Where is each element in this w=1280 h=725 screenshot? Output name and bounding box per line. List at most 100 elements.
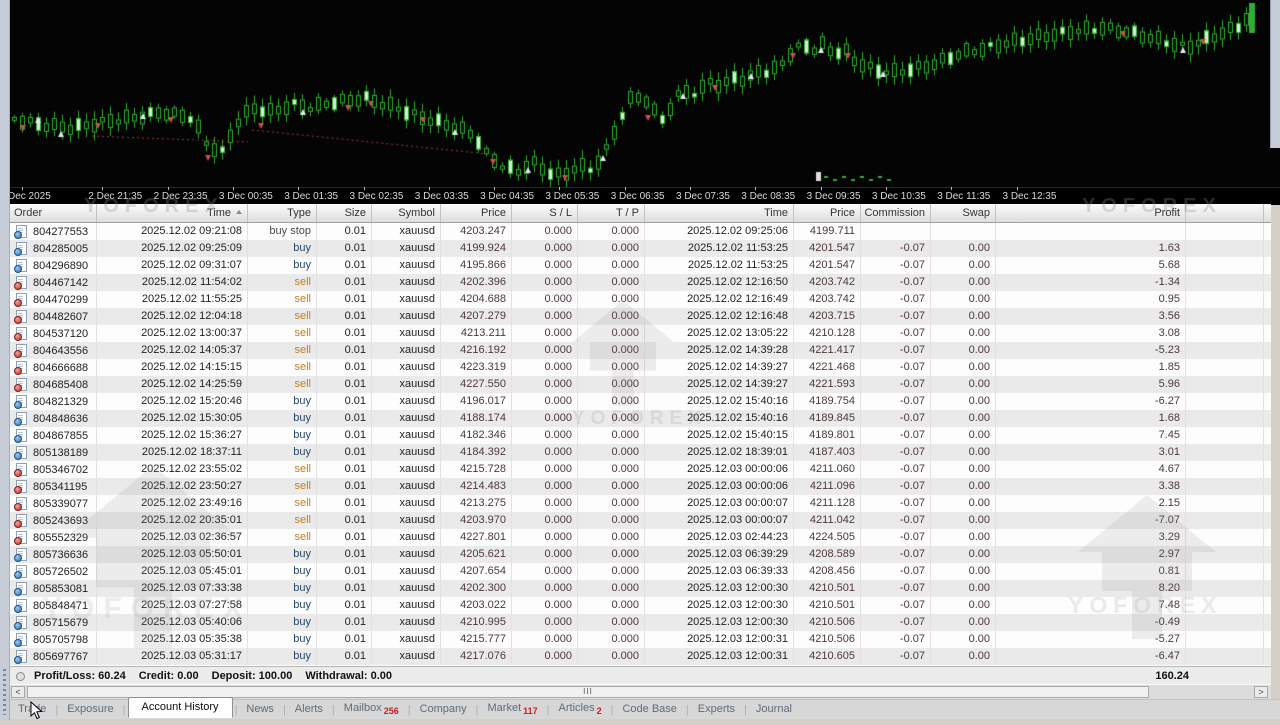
cell-order: 804285005: [9, 240, 97, 257]
history-table-row[interactable]: 8053390772025.12.02 23:49:16sell0.01xauu…: [9, 495, 1271, 512]
history-table-row[interactable]: 8058484712025.12.03 07:27:58buy0.01xauus…: [9, 597, 1271, 614]
cell-open_time: 2025.12.02 14:05:37: [97, 342, 248, 359]
history-table-row[interactable]: 8046435562025.12.02 14:05:37sell0.01xauu…: [9, 342, 1271, 359]
summary-bar: Profit/Loss: 60.24Credit: 0.00Deposit: 1…: [9, 666, 1271, 685]
history-table-row[interactable]: 8053467022025.12.02 23:55:02sell0.01xauu…: [9, 461, 1271, 478]
cell-tp: 0.000: [578, 495, 645, 512]
cell-sl: 0.000: [512, 393, 578, 410]
cell-size: 0.01: [317, 495, 372, 512]
history-table-row[interactable]: 8044826072025.12.02 12:04:18sell0.01xauu…: [9, 308, 1271, 325]
column-header-type[interactable]: Type: [248, 204, 317, 222]
history-table-row[interactable]: 8045371202025.12.02 13:00:37sell0.01xauu…: [9, 325, 1271, 342]
cell-swap: 0.00: [931, 631, 996, 648]
tab-articles[interactable]: Articles2: [550, 700, 611, 719]
history-table-row[interactable]: 8053411952025.12.02 23:50:27sell0.01xauu…: [9, 478, 1271, 495]
column-header-commission[interactable]: Commission: [861, 204, 931, 222]
column-header-open_time[interactable]: Time: [97, 204, 248, 222]
history-table-row[interactable]: 8057057982025.12.03 05:35:38buy0.01xauus…: [9, 631, 1271, 648]
cell-pad: [1186, 223, 1264, 240]
history-table-row[interactable]: 8058530812025.12.03 07:33:38buy0.01xauus…: [9, 580, 1271, 597]
history-table-row[interactable]: 8051381892025.12.02 18:37:11buy0.01xauus…: [9, 444, 1271, 461]
column-header-close_time[interactable]: Time: [645, 204, 794, 222]
cell-swap: 0.00: [931, 512, 996, 529]
column-header-profit[interactable]: Profit: [996, 204, 1186, 222]
order-type-icon: [16, 429, 27, 442]
history-table-row[interactable]: 8048213292025.12.02 15:20:46buy0.01xauus…: [9, 393, 1271, 410]
history-table-row[interactable]: 8042850052025.12.02 09:25:09buy0.01xauus…: [9, 240, 1271, 257]
history-table-row[interactable]: 8042968902025.12.02 09:31:07buy0.01xauus…: [9, 257, 1271, 274]
history-table-row[interactable]: 8044671422025.12.02 11:54:02sell0.01xauu…: [9, 274, 1271, 291]
tab-account-history[interactable]: Account History: [128, 697, 233, 718]
column-header-close_price[interactable]: Price: [794, 204, 861, 222]
panel-drag-gripper[interactable]: [3, 669, 6, 715]
cell-tp: 0.000: [578, 648, 645, 665]
history-table-row[interactable]: 8057156792025.12.03 05:40:06buy0.01xauus…: [9, 614, 1271, 631]
cell-open_time: 2025.12.03 05:31:17: [97, 648, 248, 665]
cell-pad: [1186, 614, 1264, 631]
tab-code-base[interactable]: Code Base: [613, 701, 685, 718]
cell-symbol: xauusd: [372, 325, 441, 342]
cell-close_price: 4203.715: [794, 308, 861, 325]
cell-size: 0.01: [317, 580, 372, 597]
column-header-symbol[interactable]: Symbol: [372, 204, 441, 222]
order-type-icon: [16, 565, 27, 578]
column-header-order[interactable]: Order: [9, 204, 97, 222]
cell-symbol: xauusd: [372, 563, 441, 580]
history-table-row[interactable]: 8048678552025.12.02 15:36:27buy0.01xauus…: [9, 427, 1271, 444]
time-axis-label: 3 Dec 11:35: [937, 191, 990, 202]
cell-open_price: 4213.275: [441, 495, 512, 512]
cell-symbol: xauusd: [372, 512, 441, 529]
history-table-body: 8042775532025.12.02 09:21:08buy stop0.01…: [9, 223, 1271, 665]
history-table-row[interactable]: 8057265022025.12.03 05:45:01buy0.01xauus…: [9, 563, 1271, 580]
cell-open_time: 2025.12.03 05:50:01: [97, 546, 248, 563]
scroll-left-button[interactable]: <: [11, 686, 25, 698]
cell-size: 0.01: [317, 461, 372, 478]
candlestick-canvas[interactable]: [0, 0, 1280, 187]
column-header-sl[interactable]: S / L: [512, 204, 578, 222]
history-table-row[interactable]: 8052436932025.12.02 20:35:01sell0.01xauu…: [9, 512, 1271, 529]
history-table-row[interactable]: 8042775532025.12.02 09:21:08buy stop0.01…: [9, 223, 1271, 240]
cell-open_time: 2025.12.02 15:30:05: [97, 410, 248, 427]
cell-sl: 0.000: [512, 597, 578, 614]
cell-sl: 0.000: [512, 648, 578, 665]
history-table-row[interactable]: 8055523292025.12.03 02:36:57sell0.01xauu…: [9, 529, 1271, 546]
cell-profit: 3.56: [996, 308, 1186, 325]
history-table-row[interactable]: 8048486362025.12.02 15:30:05buy0.01xauus…: [9, 410, 1271, 427]
chart-right-scroll-strip[interactable]: [1270, 0, 1280, 148]
cell-symbol: xauusd: [372, 308, 441, 325]
mouse-cursor: [30, 701, 43, 725]
scroll-right-button[interactable]: >: [1254, 686, 1268, 698]
column-header-swap[interactable]: Swap: [931, 204, 996, 222]
history-table-row[interactable]: 8044702992025.12.02 11:55:25sell0.01xauu…: [9, 291, 1271, 308]
cell-tp: 0.000: [578, 614, 645, 631]
cell-type: sell: [248, 342, 317, 359]
history-table-row[interactable]: 8057366362025.12.03 05:50:01buy0.01xauus…: [9, 546, 1271, 563]
tab-journal[interactable]: Journal: [747, 701, 801, 718]
cell-sl: 0.000: [512, 563, 578, 580]
column-header-open_price[interactable]: Price: [441, 204, 512, 222]
tab-news[interactable]: News: [237, 701, 283, 718]
history-table-row[interactable]: 8056977672025.12.03 05:31:17buy0.01xauus…: [9, 648, 1271, 665]
cell-commission: -0.07: [861, 393, 931, 410]
tab-experts[interactable]: Experts: [689, 701, 744, 718]
column-header-size[interactable]: Size: [317, 204, 372, 222]
history-table-row[interactable]: 8046854082025.12.02 14:25:59sell0.01xauu…: [9, 376, 1271, 393]
cell-profit: -5.27: [996, 631, 1186, 648]
cell-size: 0.01: [317, 308, 372, 325]
cell-order: 805346702: [9, 461, 97, 478]
cell-pad: [1186, 376, 1264, 393]
tab-company[interactable]: Company: [411, 701, 476, 718]
cell-profit: 5.68: [996, 257, 1186, 274]
order-type-icon: [16, 633, 27, 646]
cell-open_time: 2025.12.02 23:49:16: [97, 495, 248, 512]
tab-alerts[interactable]: Alerts: [286, 701, 332, 718]
price-chart[interactable]: [0, 0, 1280, 187]
cell-size: 0.01: [317, 631, 372, 648]
tab-exposure[interactable]: Exposure: [58, 701, 122, 718]
tab-mailbox[interactable]: Mailbox256: [335, 700, 408, 719]
history-table-row[interactable]: 8046666882025.12.02 14:15:15sell0.01xauu…: [9, 359, 1271, 376]
column-header-tp[interactable]: T / P: [578, 204, 645, 222]
cell-commission: -0.07: [861, 240, 931, 257]
tab-market[interactable]: Market117: [479, 700, 547, 719]
cell-profit: 7.48: [996, 597, 1186, 614]
